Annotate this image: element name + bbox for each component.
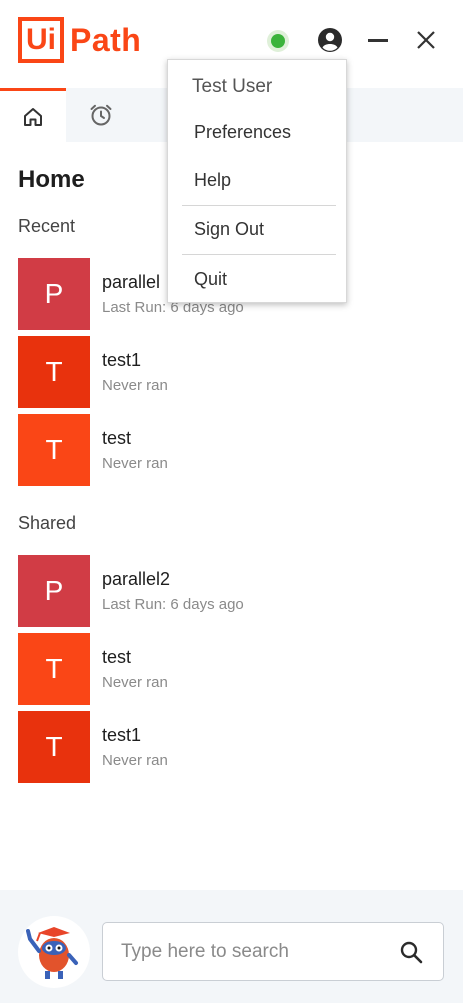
home-icon [24, 107, 42, 126]
search-box [102, 922, 444, 981]
recent-process-item[interactable]: T test1 Never ran [18, 336, 438, 408]
minimize-icon[interactable] [368, 39, 388, 42]
process-last-run: Never ran [102, 674, 168, 691]
process-name: parallel2 [102, 569, 171, 589]
robot-avatar-icon[interactable] [18, 916, 90, 988]
recent-process-item[interactable]: T test Never ran [18, 414, 438, 486]
process-tile: T [18, 633, 90, 705]
menu-item-quit[interactable]: Quit [194, 269, 227, 290]
uipath-logo: Ui Path [18, 17, 141, 63]
process-name: test [102, 428, 132, 448]
menu-item-preferences[interactable]: Preferences [194, 122, 291, 143]
process-last-run: Never ran [102, 752, 168, 769]
process-name: test1 [102, 725, 142, 745]
process-name: parallel [102, 272, 161, 292]
process-name: test1 [102, 350, 142, 370]
alarm-clock-icon [90, 104, 112, 126]
search-input[interactable] [104, 924, 384, 979]
menu-user-name: Test User [192, 76, 273, 97]
menu-item-help[interactable]: Help [194, 170, 231, 191]
tab-home[interactable] [0, 88, 66, 142]
menu-divider [182, 205, 336, 206]
process-tile: T [18, 336, 90, 408]
process-last-run: Last Run: 6 days ago [102, 596, 244, 613]
menu-divider [182, 254, 336, 255]
recent-section-label: Recent [18, 216, 76, 236]
menu-item-sign-out[interactable]: Sign Out [194, 219, 264, 240]
process-name: test [102, 647, 132, 667]
process-tile: P [18, 258, 90, 330]
shared-process-item[interactable]: T test Never ran [18, 633, 438, 705]
process-tile: P [18, 555, 90, 627]
process-tile: T [18, 414, 90, 486]
user-menu: Test User Preferences Help Sign Out Quit [167, 59, 347, 303]
process-tile: T [18, 711, 90, 783]
status-online-icon[interactable] [267, 30, 289, 52]
shared-process-item[interactable]: P parallel2 Last Run: 6 days ago [18, 555, 438, 627]
search-icon[interactable] [399, 940, 423, 964]
process-last-run: Never ran [102, 455, 168, 472]
page-title: Home [18, 166, 85, 193]
shared-process-item[interactable]: T test1 Never ran [18, 711, 438, 783]
logo-text: Path [70, 21, 142, 58]
close-icon[interactable] [415, 29, 437, 51]
shared-section-label: Shared [18, 513, 77, 533]
robot-avatar-icon [26, 927, 78, 979]
footer-bar [0, 890, 463, 1003]
tab-schedule[interactable] [68, 88, 134, 142]
user-account-icon[interactable] [317, 27, 343, 53]
process-last-run: Never ran [102, 377, 168, 394]
logo-box: Ui [18, 17, 64, 63]
